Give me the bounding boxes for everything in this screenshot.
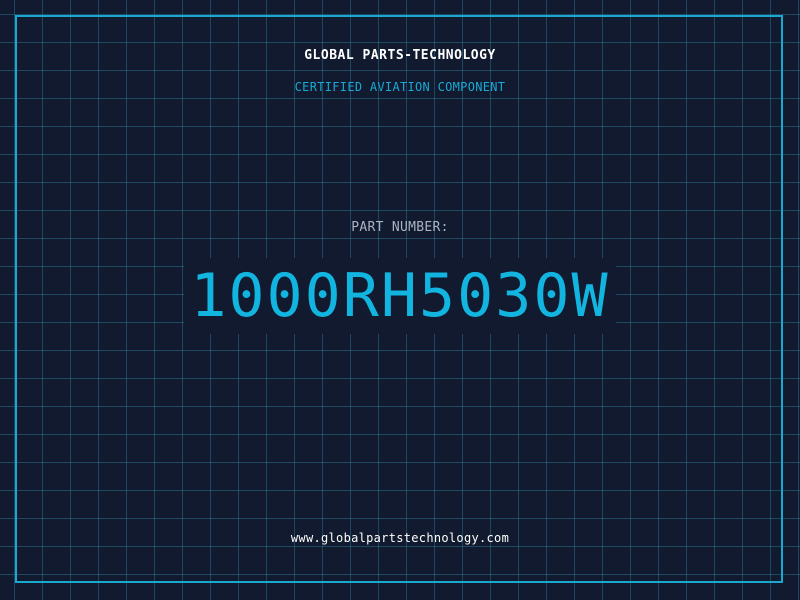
company-name: GLOBAL PARTS-TECHNOLOGY bbox=[304, 48, 496, 63]
part-number-value: 1000RH5030W bbox=[184, 258, 616, 334]
certification-subtitle: CERTIFIED AVIATION COMPONENT bbox=[294, 80, 506, 94]
part-number-label: PART NUMBER: bbox=[351, 220, 449, 235]
website-url: www.globalpartstechnology.com bbox=[290, 531, 510, 545]
part-number-container: 1000RH5030W bbox=[0, 258, 800, 334]
